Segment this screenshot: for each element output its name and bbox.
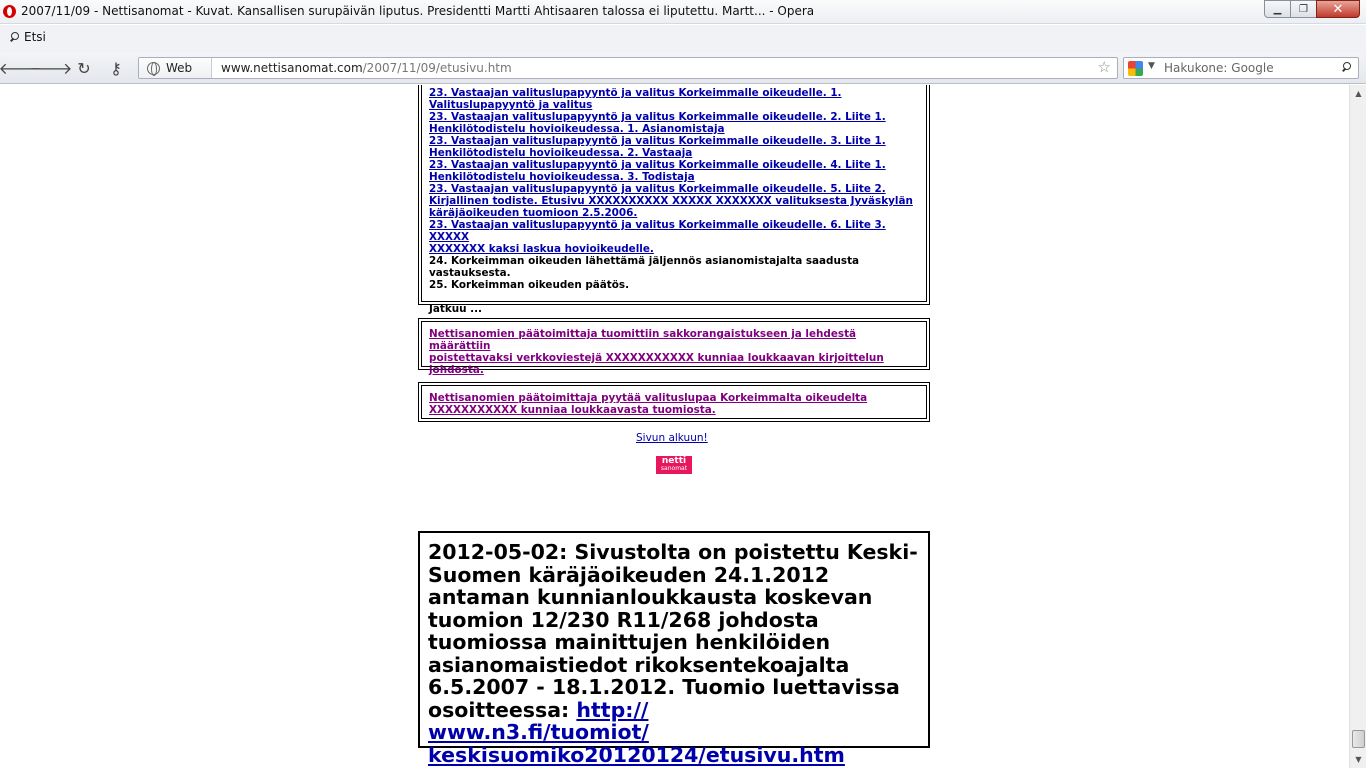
scroll-down-icon[interactable]: ▼ — [1350, 751, 1366, 768]
address-bar[interactable]: Web www.nettisanomat.com/2007/11/09/etus… — [138, 57, 1118, 79]
document-link[interactable]: XXXXX XXXXXXX kaksi laskua hovioikeudelle… — [429, 231, 654, 255]
list-item: 23. Vastaajan valituslupapyyntö ja valit… — [429, 183, 919, 219]
minimize-icon: ▁ — [1273, 3, 1282, 15]
opera-logo-icon — [3, 5, 16, 18]
key-icon: ⚷ — [110, 58, 122, 78]
menu-bar: Etsi — [0, 25, 1366, 52]
reload-button[interactable]: ↻ — [73, 58, 95, 78]
search-menu-label: Etsi — [24, 30, 46, 44]
back-button[interactable]: 🡐 — [0, 58, 41, 78]
nettisanomat-logo[interactable]: netti sanomat — [656, 456, 692, 474]
close-button[interactable]: ✕ — [1316, 0, 1360, 18]
scroll-up-icon[interactable]: ▲ — [1350, 85, 1366, 102]
wand-button[interactable]: ⚷ — [105, 58, 127, 78]
google-icon[interactable] — [1128, 61, 1143, 76]
document-link[interactable]: 23. Vastaajan valituslupapyyntö ja valit… — [429, 219, 886, 231]
document-link[interactable]: 23. Vastaajan valituslupapyyntö ja valit… — [429, 135, 886, 159]
url-host: www.nettisanomat.com — [221, 61, 363, 75]
document-list: 23. Vastaajan valituslupapyyntö ja valit… — [421, 85, 927, 315]
document-link[interactable]: 23. Vastaajan valituslupapyyntö ja valit… — [429, 87, 842, 111]
minimize-button[interactable]: ▁ — [1264, 0, 1291, 18]
search-go-icon[interactable] — [1341, 62, 1352, 73]
back-to-top-link[interactable]: Sivun alkuun! — [636, 432, 708, 444]
window-controls: ▁ ❐ ✕ — [1264, 0, 1360, 20]
article-link-box: Nettisanomien päätoimittaja tuomittiin s… — [418, 318, 930, 376]
list-item: 25. Korkeimman oikeuden päätös. — [429, 279, 630, 291]
list-item: 23. Vastaajan valituslupapyyntö ja valit… — [429, 219, 919, 255]
scroll-thumb[interactable] — [1352, 730, 1365, 748]
url-path: /2007/11/09/etusivu.htm — [362, 61, 512, 75]
close-icon: ✕ — [1332, 1, 1344, 17]
page-viewport: 23. Vastaajan valituslupapyyntö ja valit… — [0, 85, 1349, 768]
window-title: 2007/11/09 - Nettisanomat - Kuvat. Kansa… — [21, 4, 815, 18]
document-list-box: 23. Vastaajan valituslupapyyntö ja valit… — [418, 85, 930, 315]
reload-icon: ↻ — [77, 58, 91, 78]
removal-notice: 2012-05-02: Sivustolta on poistettu Kesk… — [418, 531, 930, 766]
list-item: 23. Vastaajan valituslupapyyntö ja valit… — [429, 135, 919, 159]
title-bar: 2007/11/09 - Nettisanomat - Kuvat. Kansa… — [0, 0, 1366, 24]
bookmark-star-icon[interactable]: ☆ — [1098, 58, 1111, 76]
forward-button[interactable]: 🡒 — [30, 58, 73, 78]
search-menu-button[interactable]: Etsi — [9, 30, 46, 44]
globe-icon — [147, 61, 160, 76]
site-info-button[interactable]: Web — [139, 58, 212, 78]
forward-arrow-icon: 🡒 — [29, 59, 73, 78]
document-link[interactable]: 23. Vastaajan valituslupapyyntö ja valit… — [429, 111, 886, 135]
notice-text: 2012-05-02: Sivustolta on poistettu Kesk… — [428, 540, 918, 722]
document-link[interactable]: 23. Vastaajan valituslupapyyntö ja valit… — [429, 183, 913, 219]
list-item: 23. Vastaajan valituslupapyyntö ja valit… — [429, 159, 919, 183]
continues-label: Jatkuu ... — [429, 303, 483, 315]
search-icon — [9, 31, 20, 43]
article-link[interactable]: Nettisanomien päätoimittaja pyytää valit… — [429, 392, 867, 416]
restore-button[interactable]: ❐ — [1290, 0, 1317, 18]
navigation-toolbar: 🡐 🡒 ↻ ⚷ Web www.nettisanomat.com/2007/11… — [0, 52, 1366, 84]
search-placeholder: Hakukone: Google — [1164, 61, 1274, 75]
list-item: 23. Vastaajan valituslupapyyntö ja valit… — [429, 111, 919, 135]
search-engine-dropdown-icon[interactable]: ▼ — [1148, 61, 1155, 71]
restore-icon: ❐ — [1299, 3, 1308, 15]
search-field[interactable]: ▼ Hakukone: Google — [1123, 57, 1359, 79]
list-item: 23. Vastaajan valituslupapyyntö ja valit… — [429, 87, 919, 111]
list-item: 24. Korkeimman oikeuden lähettämä jäljen… — [429, 255, 860, 279]
site-info-label: Web — [166, 61, 193, 75]
address-input[interactable]: www.nettisanomat.com/2007/11/09/etusivu.… — [221, 61, 512, 75]
article-link[interactable]: Nettisanomien päätoimittaja tuomittiin s… — [429, 328, 884, 376]
article-link-box: Nettisanomien päätoimittaja pyytää valit… — [418, 382, 930, 422]
document-link[interactable]: 23. Vastaajan valituslupapyyntö ja valit… — [429, 159, 886, 183]
vertical-scrollbar[interactable]: ▲ ▼ — [1349, 85, 1366, 768]
